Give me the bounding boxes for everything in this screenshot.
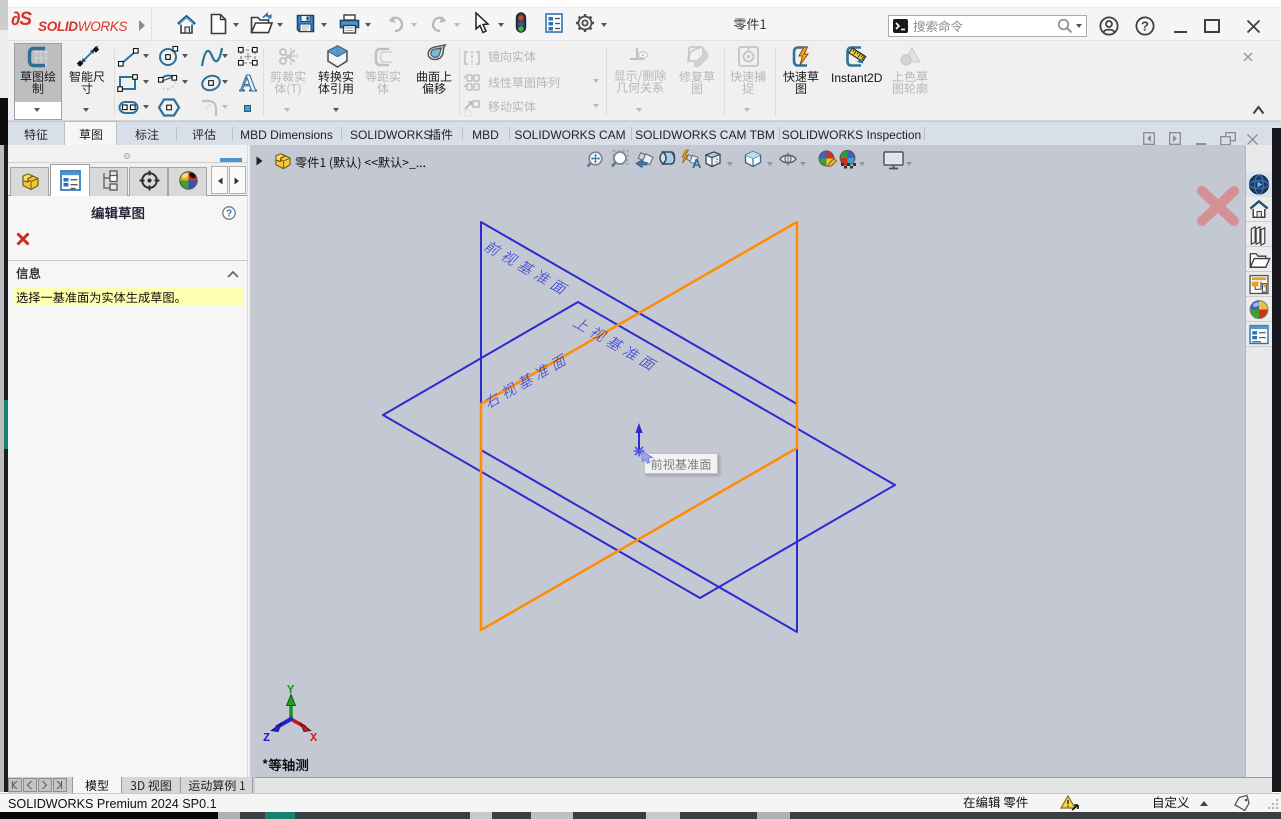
svg-text:A: A [692, 156, 702, 171]
